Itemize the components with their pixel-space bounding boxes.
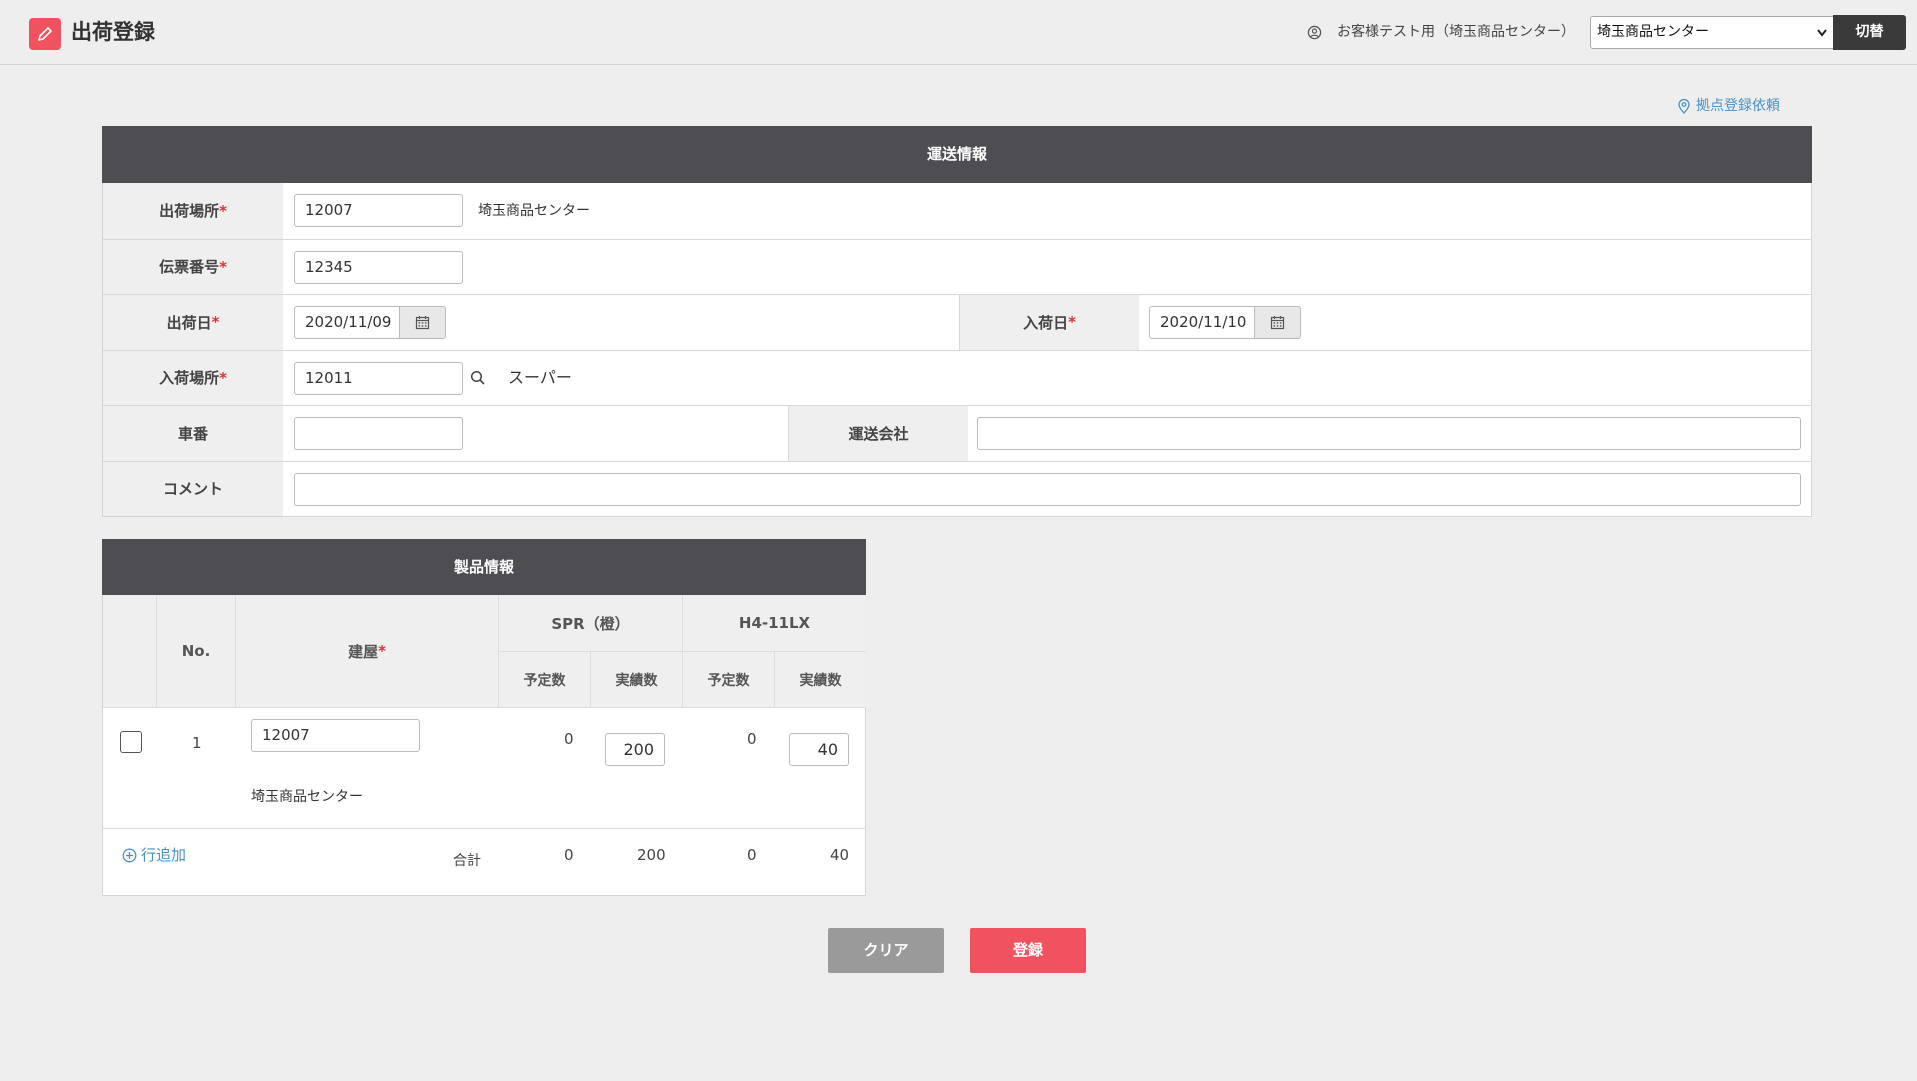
site-select-value: 埼玉商品センター <box>1597 24 1709 40</box>
page-title: 出荷登録 <box>71 20 155 44</box>
column-spr-actual: 実績数 <box>591 652 683 708</box>
date-row: 出荷日 * 2020/11/09 入荷日 * 2020/11/10 <box>103 294 1811 350</box>
switch-button[interactable]: 切替 <box>1833 15 1906 50</box>
total-spr-actual: 200 <box>637 846 666 864</box>
arrival-date-label: 入荷日 * <box>959 295 1139 350</box>
required-mark: * <box>219 257 227 276</box>
location-request-link[interactable]: 拠点登録依頼 <box>1678 96 1780 116</box>
arrival-location-label-text: 入荷場所 <box>159 369 220 388</box>
add-row-button[interactable]: 行追加 <box>122 845 186 865</box>
arrival-location-label: 入荷場所 * <box>103 350 283 405</box>
product-table: No. 建屋 * SPR（橙） H4-11LX 予定数 実績数 予定数 実績数 1… <box>102 595 866 896</box>
ship-location-row: 出荷場所 * 12007 埼玉商品センター <box>103 183 1811 239</box>
column-building: 建屋 * <box>236 595 499 708</box>
shipping-info-section: 運送情報 出荷場所 * 12007 埼玉商品センター 伝票番号 * 12345 出荷… <box>102 126 1812 517</box>
slip-number-row: 伝票番号 * 12345 <box>103 238 1811 294</box>
ship-location-input[interactable]: 12007 <box>294 194 463 227</box>
map-pin-icon <box>1678 98 1690 114</box>
total-label: 合計 <box>453 853 481 869</box>
ship-location-name: 埼玉商品センター <box>478 203 590 219</box>
column-h4-planned: 予定数 <box>683 652 775 708</box>
user-name: お客様テスト用（埼玉商品センター） <box>1337 24 1575 40</box>
row-checkbox[interactable] <box>120 731 142 753</box>
building-code-input[interactable]: 12007 <box>251 719 420 752</box>
comment-row: コメント <box>103 460 1811 516</box>
search-icon[interactable] <box>470 370 486 386</box>
slip-number-input[interactable]: 12345 <box>294 250 463 284</box>
arrival-date-input[interactable]: 2020/11/10 <box>1149 306 1255 339</box>
h4-actual-input[interactable]: 40 <box>789 733 849 766</box>
spr-planned-value: 0 <box>564 730 574 748</box>
required-mark: * <box>211 313 220 332</box>
total-h4-planned: 0 <box>747 846 757 864</box>
divider <box>103 828 866 829</box>
add-row-label: 行追加 <box>141 846 187 864</box>
carrier-label: 運送会社 <box>788 406 968 461</box>
calendar-icon[interactable] <box>1255 306 1301 339</box>
vehicle-number-input[interactable] <box>294 417 463 450</box>
required-mark: * <box>219 201 227 220</box>
carrier-input[interactable] <box>977 417 1801 450</box>
row-number: 1 <box>192 734 202 752</box>
product-info-section: 製品情報 No. 建屋 * SPR（橙） H4-11LX 予定数 実績数 予定数 … <box>102 539 866 896</box>
header-checkbox-column <box>103 595 157 708</box>
calendar-icon[interactable] <box>400 306 446 339</box>
ship-date-label: 出荷日 * <box>103 295 283 350</box>
column-h4-actual: 実績数 <box>775 652 866 708</box>
column-no: No. <box>157 595 236 708</box>
ship-date-input[interactable]: 2020/11/09 <box>294 306 400 339</box>
vehicle-number-label: 車番 <box>103 406 283 461</box>
building-name: 埼玉商品センター <box>251 789 363 805</box>
plus-circle-icon <box>122 848 137 862</box>
arrival-location-name: スーパー <box>508 367 572 387</box>
spr-actual-input[interactable]: 200 <box>605 733 665 766</box>
column-product-h4: H4-11LX <box>683 595 866 652</box>
app-header: 出荷登録 お客様テスト用（埼玉商品センター） 埼玉商品センター 切替 <box>0 0 1917 65</box>
column-product-spr: SPR（橙） <box>499 595 683 652</box>
ship-location-label: 出荷場所 * <box>103 183 283 239</box>
column-building-text: 建屋 <box>348 642 379 661</box>
slip-number-label-text: 伝票番号 <box>159 258 220 277</box>
ship-location-label-text: 出荷場所 <box>159 202 220 221</box>
column-spr-planned: 予定数 <box>499 652 591 708</box>
required-mark: * <box>219 368 227 387</box>
location-request-label: 拠点登録依頼 <box>1696 98 1780 114</box>
required-mark: * <box>378 642 386 660</box>
total-h4-actual: 40 <box>830 846 850 864</box>
comment-input[interactable] <box>294 472 1801 506</box>
ship-date-label-text: 出荷日 <box>166 313 212 332</box>
arrival-location-input[interactable]: 12011 <box>294 361 463 395</box>
pencil-icon <box>29 18 61 50</box>
arrival-location-row: 入荷場所 * 12011 スーパー <box>103 349 1811 405</box>
total-spr-planned: 0 <box>564 846 574 864</box>
register-button[interactable]: 登録 <box>970 928 1086 973</box>
clear-button[interactable]: クリア <box>828 928 944 973</box>
vehicle-row: 車番 運送会社 <box>103 405 1811 461</box>
user-icon <box>1307 25 1322 40</box>
shipping-section-title: 運送情報 <box>102 126 1812 183</box>
chevron-down-icon <box>1817 29 1827 37</box>
required-mark: * <box>1068 313 1076 332</box>
h4-planned-value: 0 <box>747 730 757 748</box>
shipping-form: 出荷場所 * 12007 埼玉商品センター 伝票番号 * 12345 出荷日 * 20… <box>102 183 1812 517</box>
slip-number-label: 伝票番号 * <box>103 239 283 294</box>
comment-label: コメント <box>103 461 283 516</box>
arrival-date-label-text: 入荷日 <box>1023 313 1069 332</box>
product-section-title: 製品情報 <box>102 539 866 595</box>
site-select[interactable]: 埼玉商品センター <box>1590 16 1834 49</box>
